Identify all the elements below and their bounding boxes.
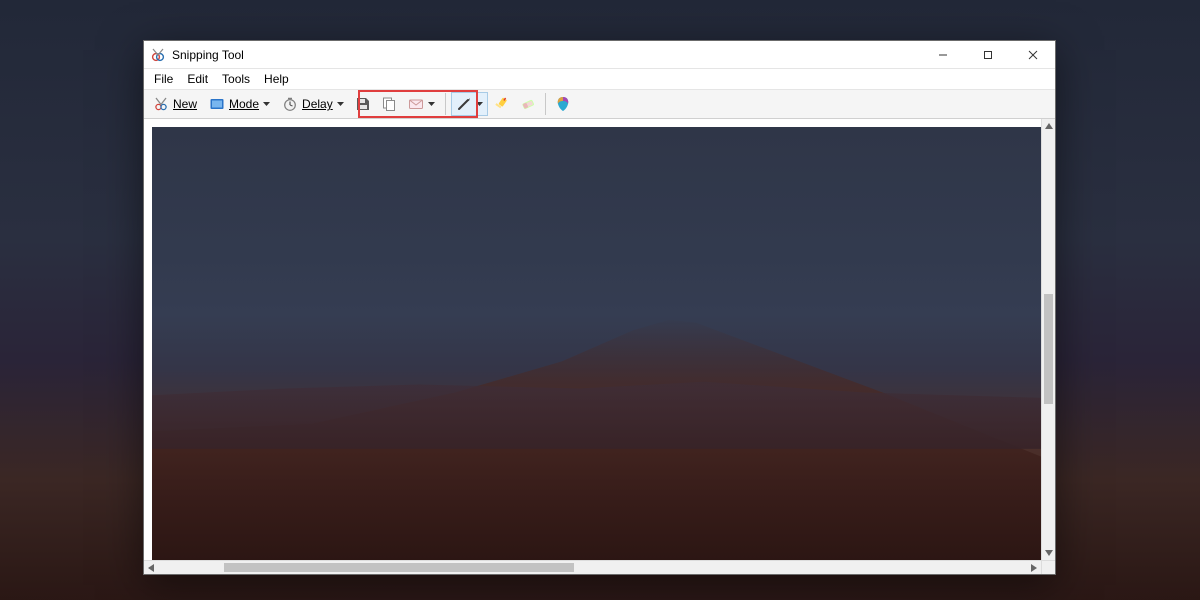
highlighter-button[interactable] xyxy=(490,92,514,116)
highlighter-icon xyxy=(494,96,510,112)
horizontal-scroll-thumb[interactable] xyxy=(224,563,574,572)
pen-icon xyxy=(456,96,472,112)
save-button[interactable] xyxy=(351,92,375,116)
menu-edit[interactable]: Edit xyxy=(181,71,214,87)
snip-canvas[interactable] xyxy=(152,127,1043,574)
titlebar: Snipping Tool xyxy=(144,41,1055,69)
close-button[interactable] xyxy=(1010,41,1055,69)
paint3d-button[interactable] xyxy=(551,92,575,116)
chevron-down-icon xyxy=(263,102,270,106)
new-snip-button[interactable]: New xyxy=(148,92,202,116)
vertical-scrollbar[interactable] xyxy=(1041,119,1055,560)
eraser-icon xyxy=(520,96,536,112)
menu-tools[interactable]: Tools xyxy=(216,71,256,87)
mail-icon xyxy=(408,96,424,112)
toolbar: New Mode Delay xyxy=(144,89,1055,119)
toolbar-separator xyxy=(545,93,546,115)
scroll-left-arrow-icon[interactable] xyxy=(144,561,158,574)
snip-viewport xyxy=(144,119,1055,574)
pen-button[interactable] xyxy=(451,92,488,116)
paint3d-icon xyxy=(555,96,571,112)
mode-button[interactable]: Mode xyxy=(204,92,275,116)
vertical-scroll-thumb[interactable] xyxy=(1044,294,1053,404)
copy-button[interactable] xyxy=(377,92,401,116)
scroll-up-arrow-icon[interactable] xyxy=(1042,119,1055,133)
scroll-down-arrow-icon[interactable] xyxy=(1042,546,1055,560)
mode-icon xyxy=(209,96,225,112)
send-snip-button[interactable] xyxy=(403,92,440,116)
mode-label: Mode xyxy=(229,97,259,111)
minimize-button[interactable] xyxy=(920,41,965,69)
snipping-tool-window: Snipping Tool File Edit Tools Help xyxy=(143,40,1056,575)
menu-file[interactable]: File xyxy=(148,71,179,87)
menubar: File Edit Tools Help xyxy=(144,69,1055,89)
scissors-icon xyxy=(153,96,169,112)
delay-button[interactable]: Delay xyxy=(277,92,349,116)
horizontal-scrollbar[interactable] xyxy=(144,560,1041,574)
floppy-icon xyxy=(355,96,371,112)
toolbar-separator xyxy=(445,93,446,115)
chevron-down-icon xyxy=(428,102,435,106)
window-title: Snipping Tool xyxy=(172,48,244,62)
new-label: New xyxy=(173,97,197,111)
copy-icon xyxy=(381,96,397,112)
scroll-right-arrow-icon[interactable] xyxy=(1027,561,1041,574)
clock-icon xyxy=(282,96,298,112)
maximize-button[interactable] xyxy=(965,41,1010,69)
chevron-down-icon xyxy=(337,102,344,106)
chevron-down-icon xyxy=(476,102,483,106)
eraser-button[interactable] xyxy=(516,92,540,116)
app-icon xyxy=(150,47,166,63)
captured-screenshot xyxy=(152,127,1043,574)
delay-label: Delay xyxy=(302,97,333,111)
menu-help[interactable]: Help xyxy=(258,71,295,87)
scrollbar-corner xyxy=(1041,560,1055,574)
